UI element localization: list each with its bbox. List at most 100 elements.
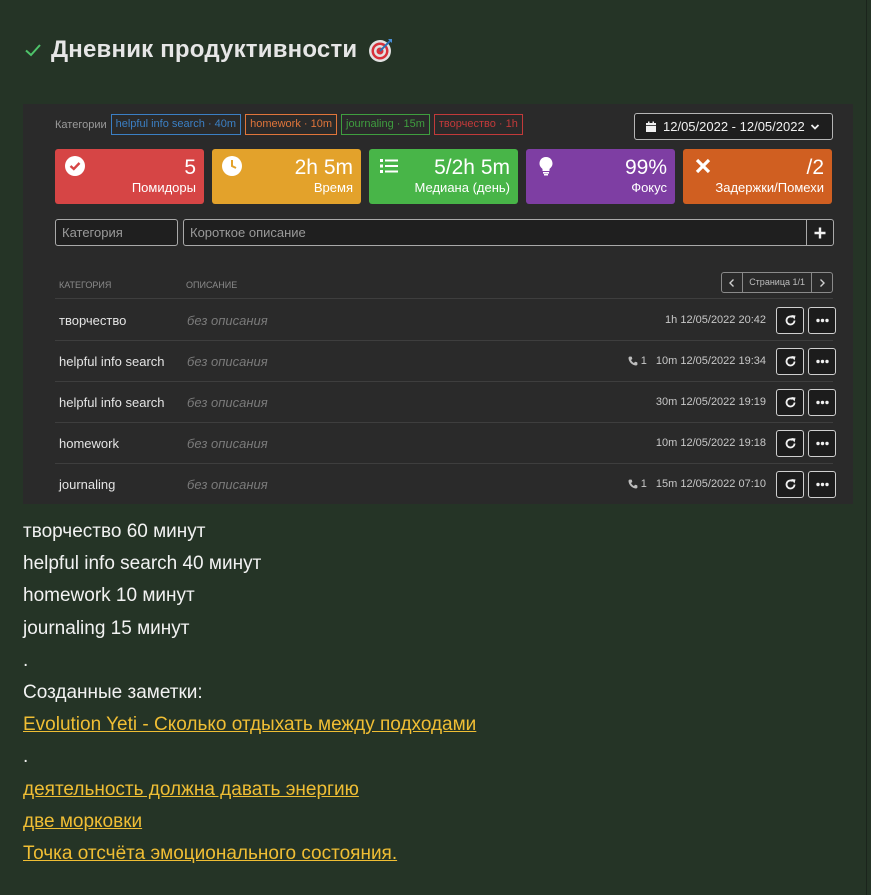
stat-pomodoros: 5 Помидоры [55, 149, 204, 204]
row-meta: 30m 12/05/2022 19:19 [656, 396, 766, 408]
row-category[interactable]: helpful info search [59, 395, 165, 410]
category-tag[interactable]: homework · 10m [245, 114, 337, 135]
x-icon [695, 158, 711, 174]
note-link[interactable]: две морковки [23, 811, 142, 832]
more-options-button[interactable] [808, 307, 836, 334]
row-timestamp: 12/05/2022 19:19 [680, 396, 766, 408]
note-page: Дневник продуктивности Категории helpful… [0, 0, 867, 895]
plus-icon [814, 227, 826, 238]
target-icon [369, 39, 393, 62]
ellipsis-icon [815, 441, 829, 446]
row-duration: 15m [655, 478, 678, 490]
prev-page-button[interactable] [722, 273, 742, 292]
lightbulb-icon [539, 157, 553, 176]
page-title-row: Дневник продуктивности [23, 36, 395, 64]
row-timestamp: 12/05/2022 07:10 [680, 478, 766, 490]
chevron-right-icon [820, 278, 825, 287]
more-options-button[interactable] [808, 348, 836, 375]
restart-button[interactable] [776, 430, 804, 457]
restart-button[interactable] [776, 307, 804, 334]
chevron-left-icon [729, 278, 735, 287]
row-meta: 1 10m 12/05/2022 19:34 [628, 355, 766, 367]
separator-dot: . [23, 746, 29, 768]
add-entry-button[interactable] [806, 219, 834, 246]
phone-icon [628, 356, 638, 366]
note-link[interactable]: Evolution Yeti - Сколько отдыхать между … [23, 714, 476, 735]
redo-icon [785, 315, 795, 326]
stat-label: Задержки/Помехи [715, 180, 824, 195]
notes-body: творчество 60 минут helpful info search … [23, 516, 476, 870]
ellipsis-icon [815, 482, 829, 487]
table-header: КАТЕГОРИЯ ОПИСАНИЕ Страница 1/1 [55, 272, 833, 299]
row-timestamp: 12/05/2022 19:34 [680, 355, 766, 367]
row-description[interactable]: без описания [187, 477, 268, 492]
row-timestamp: 12/05/2022 20:42 [680, 314, 766, 326]
row-duration: 10m [655, 355, 678, 367]
row-category[interactable]: helpful info search [59, 354, 165, 369]
row-duration: 30m [655, 396, 678, 408]
category-tag[interactable]: творчество · 1h [433, 114, 523, 135]
more-options-button[interactable] [808, 471, 836, 498]
ellipsis-icon [815, 400, 829, 405]
table-row: journaling без описания 1 15m 12/05/2022… [55, 464, 836, 505]
stat-label: Помидоры [131, 180, 196, 195]
calendar-icon [646, 121, 656, 132]
table-row: helpful info search без описания 1 10m 1… [55, 341, 836, 382]
redo-icon [785, 397, 795, 408]
row-category[interactable]: творчество [59, 313, 126, 328]
next-page-button[interactable] [812, 273, 832, 292]
row-description[interactable]: без описания [187, 395, 268, 410]
created-notes-label: Созданные заметки: [23, 682, 203, 704]
row-meta: 1 15m 12/05/2022 07:10 [628, 478, 766, 490]
summary-line: helpful info search 40 минут [23, 553, 262, 575]
description-input[interactable] [183, 219, 807, 246]
restart-button[interactable] [776, 471, 804, 498]
row-description[interactable]: без описания [187, 354, 268, 369]
category-tag[interactable]: journaling · 15m [341, 114, 430, 135]
stat-value: 5 [184, 156, 196, 179]
column-header-description: ОПИСАНИЕ [186, 280, 238, 290]
pagination: Страница 1/1 [721, 272, 833, 293]
table-row: творчество без описания 1h 12/05/2022 20… [55, 300, 836, 341]
note-link[interactable]: Точка отсчёта эмоционального состояния. [23, 843, 397, 864]
note-link[interactable]: деятельность должна давать энергию [23, 779, 359, 800]
row-description[interactable]: без описания [187, 313, 268, 328]
more-options-button[interactable] [808, 430, 836, 457]
row-category[interactable]: journaling [59, 477, 115, 492]
stat-label: Медиана (день) [414, 180, 510, 195]
summary-line: homework 10 минут [23, 585, 195, 607]
row-duration: 10m [655, 437, 678, 449]
date-range-select[interactable]: 12/05/2022 - 12/05/2022 [634, 113, 833, 140]
list-icon [380, 159, 398, 173]
row-meta: 1h 12/05/2022 20:42 [665, 314, 766, 326]
entries-table: творчество без описания 1h 12/05/2022 20… [55, 300, 836, 505]
stat-label: Фокус [631, 180, 667, 195]
category-tag[interactable]: helpful info search · 40m [110, 114, 242, 135]
page-indicator: Страница 1/1 [742, 273, 812, 292]
more-options-button[interactable] [808, 389, 836, 416]
categories-label: Категории [55, 118, 107, 131]
row-timestamp: 12/05/2022 19:18 [680, 437, 766, 449]
column-header-category: КАТЕГОРИЯ [59, 280, 112, 290]
check-circle-icon [65, 156, 85, 176]
category-input[interactable] [55, 219, 178, 246]
ellipsis-icon [815, 359, 829, 364]
date-range-text: 12/05/2022 - 12/05/2022 [663, 119, 805, 134]
clock-icon [222, 156, 242, 176]
interruption-count: 1 [640, 478, 647, 490]
restart-button[interactable] [776, 389, 804, 416]
pomodoro-widget: Категории helpful info search · 40m home… [23, 104, 853, 504]
chevron-down-icon [810, 123, 819, 130]
stats-row: 5 Помидоры 2h 5m Время 5/2h 5m Медиана (… [55, 149, 840, 204]
row-description[interactable]: без описания [187, 436, 268, 451]
category-filter-bar: Категории helpful info search · 40m home… [55, 114, 527, 135]
table-row: homework без описания 10m 12/05/2022 19:… [55, 423, 836, 464]
redo-icon [785, 356, 795, 367]
separator-dot: . [23, 649, 29, 671]
stat-label: Время [313, 180, 353, 195]
restart-button[interactable] [776, 348, 804, 375]
interruption-count: 1 [640, 355, 647, 367]
stat-value: 99% [624, 156, 667, 179]
row-category[interactable]: homework [59, 436, 119, 451]
phone-icon [628, 479, 638, 489]
